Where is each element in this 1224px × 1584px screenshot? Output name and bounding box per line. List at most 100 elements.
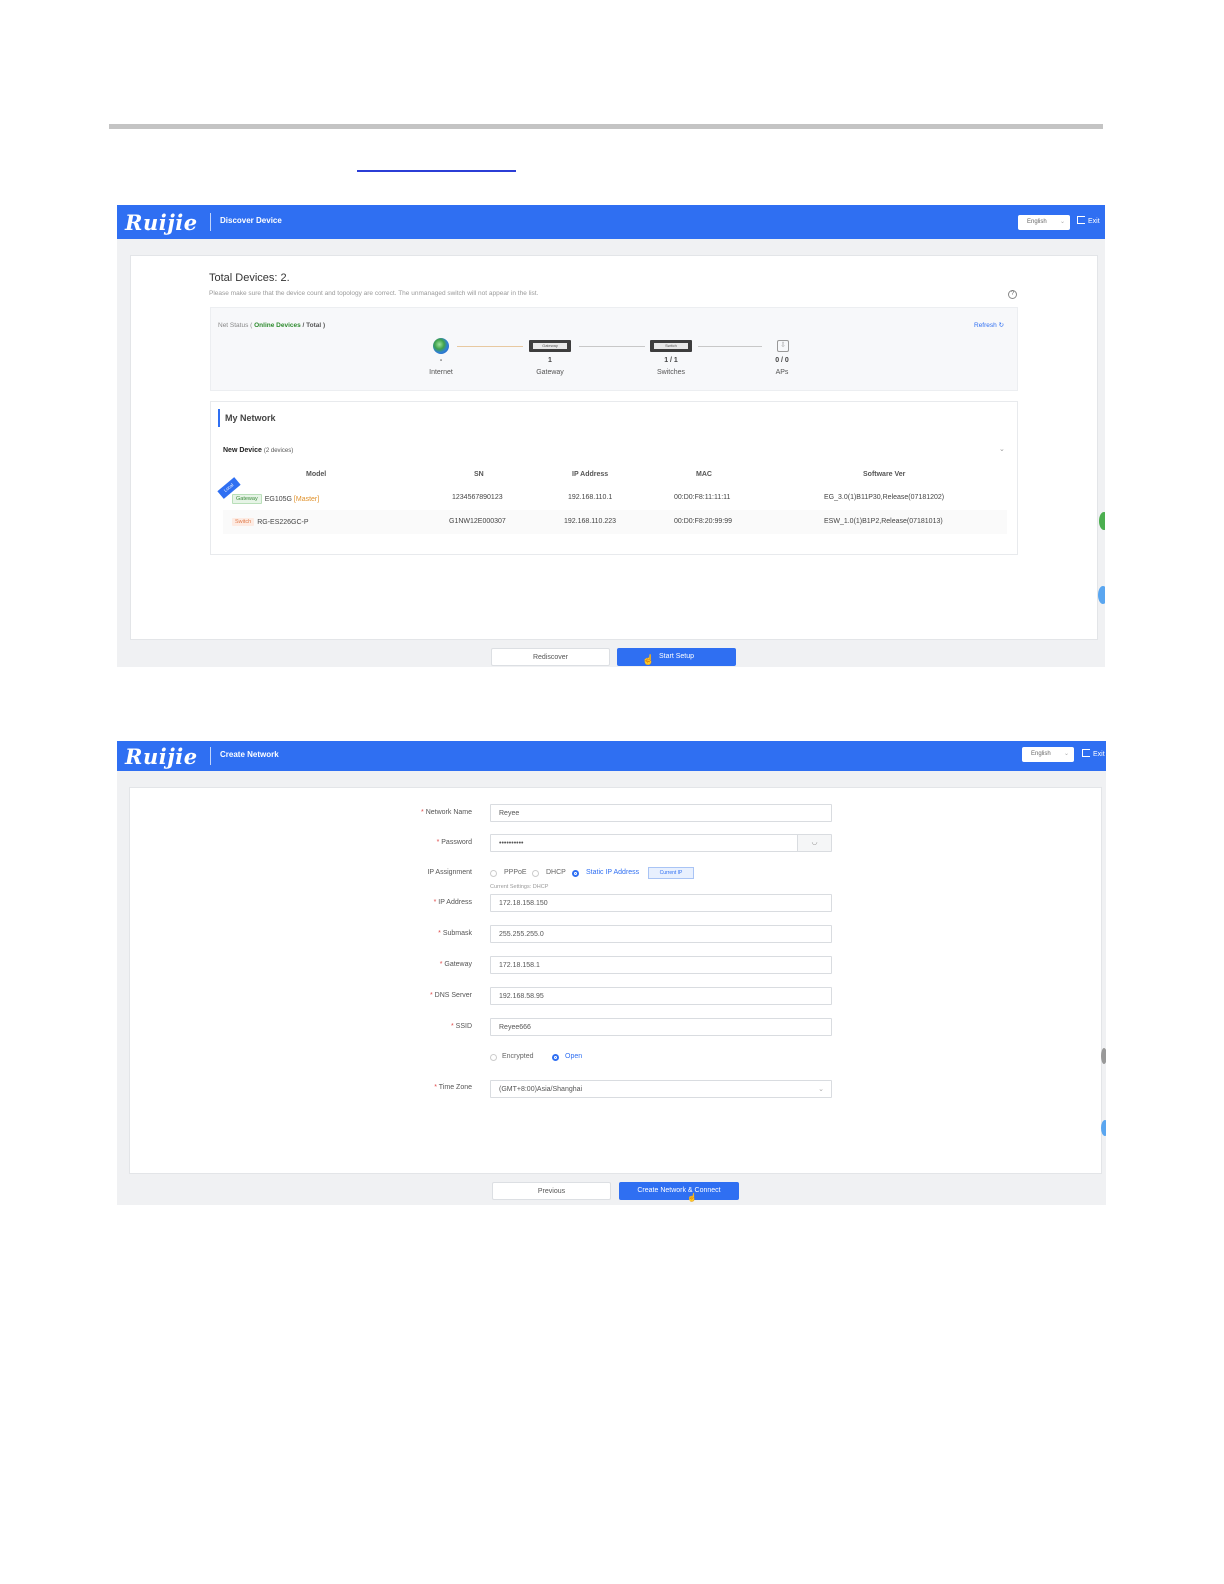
dns-server-input[interactable]: 192.168.58.95 [490, 987, 832, 1005]
dns-server-label-text: DNS Server [434, 992, 472, 999]
switches-value: 1 / 1 [664, 357, 678, 364]
topology-link [579, 346, 645, 347]
ip-address-input[interactable]: 172.18.158.150 [490, 894, 832, 912]
eye-icon[interactable]: ◡ [797, 835, 831, 851]
chevron-down-icon: ⌄ [818, 1086, 824, 1093]
net-status-suffix: ) [321, 322, 326, 329]
language-value: English [1031, 751, 1051, 757]
page-title: Discover Device [220, 216, 282, 225]
column-header-software: Software Ver [863, 471, 906, 478]
current-ip-button[interactable]: Current IP [648, 867, 694, 879]
rediscover-button[interactable]: Rediscover [491, 648, 610, 666]
open-label: Open [565, 1053, 583, 1060]
time-zone-select[interactable]: (GMT+8:00)Asia/Shanghai ⌄ [490, 1080, 832, 1098]
pointer-cursor-icon: ☝ [642, 655, 655, 666]
chevron-down-icon: ⌄ [1059, 219, 1065, 225]
internet-label: Internet [429, 369, 453, 376]
page-title: Create Network [220, 750, 279, 759]
previous-button[interactable]: Previous [492, 1182, 611, 1200]
side-widget-blue[interactable] [1098, 586, 1105, 604]
switch-icon-badge: Switch [654, 343, 688, 349]
dhcp-label: DHCP [546, 869, 566, 876]
my-network-title: My Network [225, 413, 276, 423]
software-cell: ESW_1.0(1)B1P2,Release(07181013) [824, 518, 943, 525]
static-ip-radio[interactable] [572, 870, 579, 877]
header-separator [210, 213, 211, 231]
start-setup-button[interactable]: Start Setup [617, 648, 736, 666]
password-label: * Password [436, 839, 472, 846]
ssid-label-text: SSID [455, 1023, 472, 1030]
my-network-section: My Network New Device (2 devices) ⌄ Mode… [210, 401, 1018, 555]
create-network-connect-button[interactable]: Create Network & Connect [619, 1182, 739, 1200]
time-zone-label: * Time Zone [434, 1084, 472, 1091]
encrypted-radio[interactable] [490, 1054, 497, 1061]
aps-value: 0 / 0 [775, 357, 789, 364]
switch-icon[interactable]: Switch [650, 340, 692, 352]
exit-button[interactable]: Exit [1082, 749, 1105, 758]
pppoe-label: PPPoE [504, 869, 527, 876]
model-name: RG-ES226GC-P [257, 519, 309, 526]
encrypted-label: Encrypted [502, 1053, 534, 1060]
gateway-input[interactable]: 172.18.158.1 [490, 956, 832, 974]
gateway-label: Gateway [536, 369, 564, 376]
current-settings-note: Current Settings: DHCP [490, 884, 549, 890]
submask-input[interactable]: 255.255.255.0 [490, 925, 832, 943]
create-network-form: * Network Name Reyee * Password ••••••••… [129, 787, 1102, 1174]
refresh-label: Refresh [974, 322, 997, 329]
time-zone-label-text: Time Zone [438, 1084, 472, 1091]
net-status-box: Net Status ( Online Devices / Total ) Re… [210, 307, 1018, 391]
mac-cell: 00:D0:F8:20:99:99 [674, 518, 732, 525]
column-header-ip: IP Address [572, 471, 609, 478]
model-cell: Switch RG-ES226GC-P [232, 518, 309, 526]
exit-button[interactable]: Exit [1077, 216, 1100, 225]
ap-icon[interactable]: ⇩ [777, 340, 789, 352]
gateway-label-text: Gateway [444, 961, 472, 968]
exit-icon [1082, 749, 1090, 757]
section-accent-bar [218, 409, 220, 427]
software-cell: EG_3.0(1)B11P30,Release(07181202) [824, 494, 945, 501]
language-value: English [1027, 219, 1047, 225]
password-value: •••••••••• [499, 840, 524, 847]
ssid-input[interactable]: Reyee666 [490, 1018, 832, 1036]
gateway-icon[interactable]: Gateway [529, 340, 571, 352]
pointer-cursor-icon: ☝ [687, 1193, 697, 1202]
refresh-icon: ↻ [998, 322, 1005, 329]
total-devices: Total Devices: 2. [209, 272, 290, 284]
pppoe-radio[interactable] [490, 870, 497, 877]
new-device-count: (2 devices) [263, 448, 294, 454]
new-device-group-header[interactable]: New Device (2 devices) [223, 447, 293, 454]
hyperlink-underline[interactable] [357, 170, 516, 172]
internet-value: - [439, 357, 443, 364]
network-name-label-text: Network Name [425, 809, 472, 816]
dhcp-radio[interactable] [532, 870, 539, 877]
password-input[interactable]: •••••••••• ◡ [490, 834, 832, 852]
exit-label: Exit [1088, 218, 1100, 225]
page-divider [109, 124, 1103, 129]
net-status-prefix: Net Status ( [218, 322, 255, 329]
language-select[interactable]: English ⌄ [1018, 215, 1070, 230]
discover-panel: Total Devices: 2. Please make sure that … [130, 255, 1098, 640]
submask-label-text: Submask [442, 930, 472, 937]
gateway-icon-badge: Gateway [533, 343, 567, 349]
refresh-button[interactable]: Refresh ↻ [974, 321, 1004, 329]
ip-address-label: * IP Address [433, 899, 472, 906]
column-header-mac: MAC [696, 471, 712, 478]
device-count-hint: Please make sure that the device count a… [209, 290, 539, 297]
language-select[interactable]: English ⌄ [1022, 747, 1074, 762]
table-row[interactable]: Switch RG-ES226GC-P G1NW12E000307 192.168… [223, 510, 1007, 534]
side-widget-green[interactable] [1099, 512, 1105, 530]
new-device-label: New Device [223, 447, 262, 454]
table-row[interactable]: Local Gateway EG105G [Master] 12345678901… [217, 477, 1007, 510]
ip-cell: 192.168.110.223 [564, 518, 617, 525]
aps-label: APs [775, 369, 789, 376]
exit-icon [1077, 216, 1085, 224]
side-widget-blue[interactable] [1101, 1120, 1106, 1136]
help-icon[interactable]: ? [1008, 290, 1017, 299]
ruijie-logo: Ruijie [125, 210, 198, 235]
network-name-input[interactable]: Reyee [490, 804, 832, 822]
chevron-down-icon[interactable]: ⌄ [999, 445, 1005, 453]
open-radio[interactable] [552, 1054, 559, 1061]
side-widget-grey[interactable] [1101, 1048, 1106, 1064]
online-devices-label: Online Devices [254, 322, 301, 329]
dns-server-label: * DNS Server [429, 992, 472, 999]
